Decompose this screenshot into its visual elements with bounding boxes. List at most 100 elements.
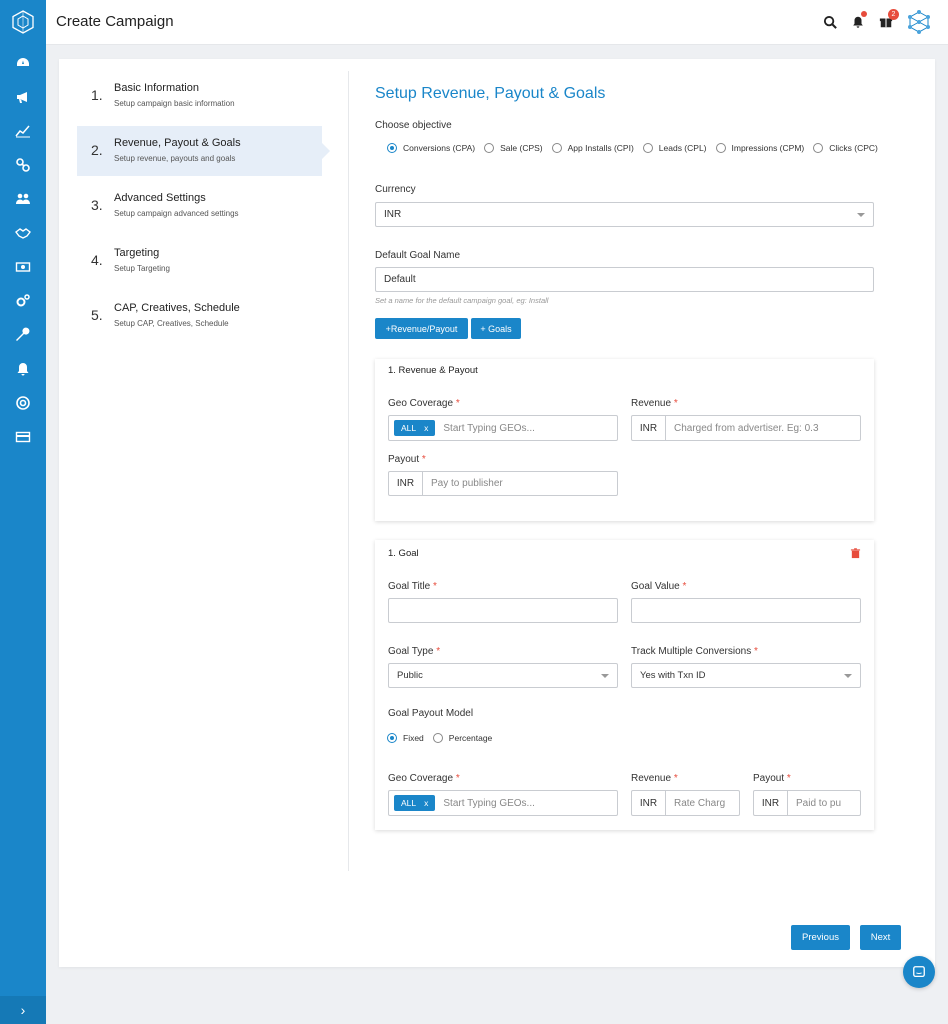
- radio-label: Conversions (CPA): [403, 143, 476, 153]
- payout-placeholder: Pay to publisher: [431, 478, 503, 489]
- step-title: Targeting: [114, 247, 160, 259]
- goal-type-label: Goal Type *: [388, 646, 440, 657]
- radio[interactable]: [432, 733, 443, 743]
- payout-model-label: Goal Payout Model: [388, 708, 474, 719]
- chart-icon[interactable]: [13, 121, 33, 141]
- step-cap-creatives-schedule[interactable]: 5. CAP, Creatives, Schedule Setup CAP, C…: [77, 291, 322, 341]
- radio-label: Clicks (CPC): [829, 143, 878, 153]
- payout-input[interactable]: INR Pay to publisher: [388, 471, 618, 496]
- goal-payout-input[interactable]: INR Paid to pu: [753, 790, 861, 816]
- search-icon[interactable]: [820, 12, 840, 32]
- required-mark: *: [421, 454, 426, 465]
- goal-value-input[interactable]: [631, 598, 861, 623]
- wrench-icon[interactable]: [13, 325, 33, 345]
- link-icon[interactable]: [13, 155, 33, 175]
- required-mark: *: [754, 646, 758, 657]
- dashboard-icon[interactable]: [13, 53, 33, 73]
- objective-cpi[interactable]: App Installs (CPI): [551, 143, 634, 153]
- radio[interactable]: [551, 143, 562, 153]
- required-mark: *: [436, 646, 441, 657]
- radio-label: Leads (CPL): [658, 143, 707, 153]
- radio-selected[interactable]: [387, 733, 397, 743]
- payout-model-fixed[interactable]: Fixed: [387, 733, 424, 743]
- card-icon[interactable]: [13, 427, 33, 447]
- step-subtitle: Setup Targeting: [114, 264, 170, 273]
- notification-bell-icon[interactable]: [848, 11, 868, 32]
- add-goals-button[interactable]: + Goals: [471, 318, 521, 339]
- goal-type-select[interactable]: Public: [388, 663, 618, 688]
- gift-badge: 2: [888, 9, 899, 20]
- goal-payout-label: Payout *: [753, 773, 791, 784]
- app-logo-icon[interactable]: [11, 10, 35, 34]
- chat-icon: [913, 966, 925, 978]
- required-mark: *: [673, 773, 678, 784]
- step-title: Advanced Settings: [114, 192, 206, 204]
- objective-cpc[interactable]: Clicks (CPC): [813, 143, 878, 153]
- required-mark: *: [673, 398, 678, 409]
- currency-prefix: INR: [632, 791, 666, 815]
- currency-value: INR: [384, 209, 402, 220]
- payout-label: Payout *: [388, 454, 426, 465]
- chip-remove-icon[interactable]: x: [424, 798, 428, 808]
- track-value: Yes with Txn ID: [640, 670, 706, 681]
- user-avatar-icon[interactable]: [906, 9, 932, 35]
- radio[interactable]: [642, 143, 653, 153]
- step-advanced-settings[interactable]: 3. Advanced Settings Setup campaign adva…: [77, 181, 322, 231]
- add-revenue-payout-button[interactable]: +Revenue/Payout: [375, 318, 468, 339]
- next-button[interactable]: Next: [860, 925, 901, 950]
- revenue-input[interactable]: INR Charged from advertiser. Eg: 0.3: [631, 415, 861, 441]
- chat-widget-button[interactable]: [903, 956, 935, 988]
- trash-icon[interactable]: [850, 546, 862, 559]
- label-text: Track Multiple Conversions: [631, 646, 752, 657]
- bell-icon[interactable]: [13, 359, 33, 379]
- radio[interactable]: [484, 143, 495, 153]
- revenue-label: Revenue *: [631, 398, 678, 409]
- objective-cps[interactable]: Sale (CPS): [484, 143, 543, 153]
- money-icon[interactable]: [13, 257, 33, 277]
- chevron-right-icon: ›: [20, 1002, 26, 1018]
- radio[interactable]: [813, 143, 824, 153]
- step-basic-information[interactable]: 1. Basic Information Setup campaign basi…: [77, 71, 322, 121]
- card-title: 1. Goal: [388, 548, 419, 559]
- goal-geo-coverage-input[interactable]: ALL x Start Typing GEOs...: [388, 790, 618, 816]
- topbar: Create Campaign 2: [46, 0, 948, 45]
- default-goal-input[interactable]: Default: [375, 267, 874, 292]
- megaphone-icon[interactable]: [13, 87, 33, 107]
- radio-selected[interactable]: [387, 143, 397, 153]
- gears-icon[interactable]: [13, 291, 33, 311]
- currency-label: Currency: [375, 184, 416, 195]
- previous-button[interactable]: Previous: [791, 925, 850, 950]
- revenue-payout-card: 1. Revenue & Payout Geo Coverage * ALL x …: [375, 359, 874, 521]
- radio-label: Fixed: [403, 733, 424, 743]
- goal-revenue-input[interactable]: INR Rate Charg: [631, 790, 740, 816]
- radio[interactable]: [715, 143, 726, 153]
- objective-cpl[interactable]: Leads (CPL): [642, 143, 707, 153]
- payout-model-percentage[interactable]: Percentage: [432, 733, 492, 743]
- vertical-divider: [348, 71, 349, 871]
- step-title: CAP, Creatives, Schedule: [114, 302, 240, 314]
- users-icon[interactable]: [13, 189, 33, 209]
- geo-coverage-input[interactable]: ALL x Start Typing GEOs...: [388, 415, 618, 441]
- objective-cpa[interactable]: Conversions (CPA): [387, 143, 475, 153]
- sidebar-collapse-button[interactable]: ›: [0, 996, 46, 1024]
- page-title: Create Campaign: [56, 13, 174, 30]
- track-conversions-select[interactable]: Yes with Txn ID: [631, 663, 861, 688]
- currency-prefix: INR: [754, 791, 788, 815]
- geo-chip-all: ALL x: [394, 420, 436, 436]
- goal-title-input[interactable]: [388, 598, 618, 623]
- handshake-icon[interactable]: [13, 223, 33, 243]
- goal-title-label: Goal Title *: [388, 581, 437, 592]
- step-targeting[interactable]: 4. Targeting Setup Targeting: [77, 236, 322, 286]
- label-text: Geo Coverage: [388, 398, 454, 409]
- step-revenue-payout-goals[interactable]: 2. Revenue, Payout & Goals Setup revenue…: [77, 126, 330, 176]
- required-mark: *: [682, 581, 687, 592]
- objective-cpm[interactable]: Impressions (CPM): [715, 143, 804, 153]
- chip-remove-icon[interactable]: x: [424, 423, 428, 433]
- radio-label: App Installs (CPI): [567, 143, 634, 153]
- geo-coverage-label: Geo Coverage *: [388, 398, 460, 409]
- currency-select[interactable]: INR: [375, 202, 874, 227]
- step-subtitle: Setup revenue, payouts and goals: [114, 154, 236, 163]
- gift-icon[interactable]: 2: [876, 9, 899, 32]
- lifebuoy-icon[interactable]: [13, 393, 33, 413]
- section-heading: Setup Revenue, Payout & Goals: [375, 85, 606, 102]
